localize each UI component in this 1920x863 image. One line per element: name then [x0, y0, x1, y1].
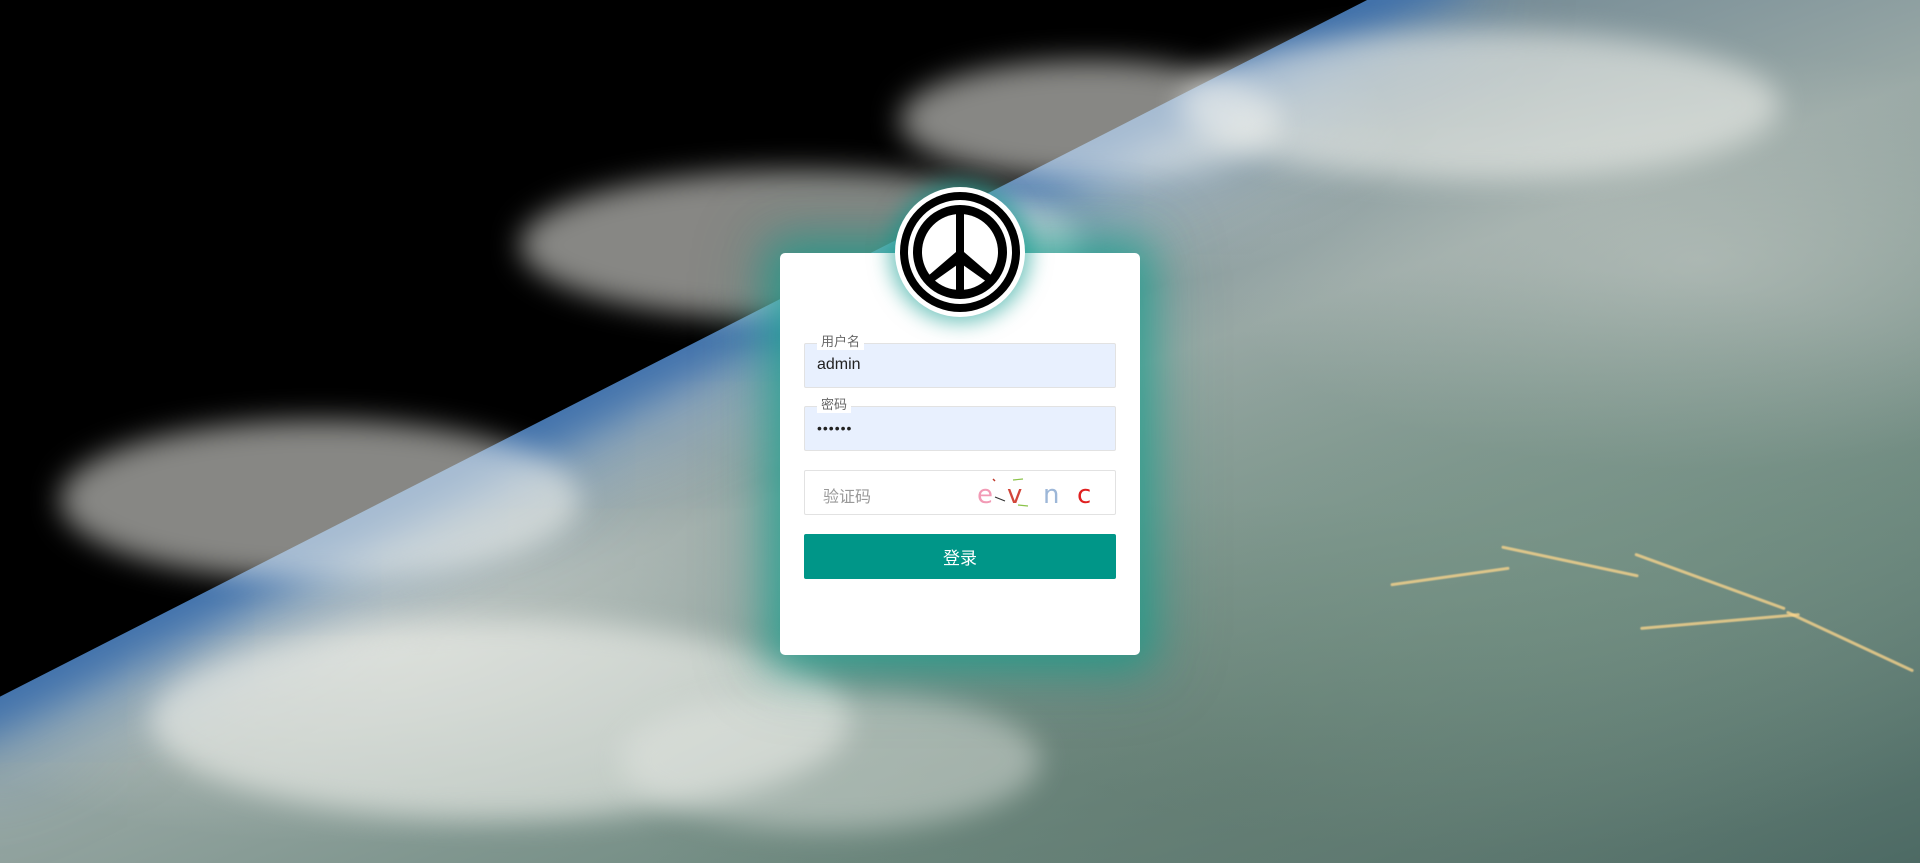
river: [1634, 552, 1786, 611]
captcha-char: e: [977, 480, 993, 510]
captcha-char: n: [1043, 480, 1059, 510]
captcha-input[interactable]: 验证码: [823, 483, 871, 507]
password-value: ••••••: [817, 420, 853, 436]
captcha-field[interactable]: 验证码 e v n c: [804, 470, 1116, 515]
username-value: admin: [817, 356, 861, 373]
username-field[interactable]: 用户名 admin: [804, 334, 1116, 388]
river: [1640, 613, 1800, 630]
cloud: [620, 690, 1040, 830]
captcha-image[interactable]: e v n c: [973, 475, 1103, 511]
login-button[interactable]: 登录: [804, 534, 1116, 579]
river: [1785, 610, 1915, 673]
cloud: [60, 420, 580, 580]
river: [1501, 545, 1639, 578]
cloud: [900, 60, 1280, 180]
username-label: 用户名: [817, 334, 865, 350]
captcha-char: c: [1077, 480, 1091, 510]
peace-symbol-icon: [895, 187, 1025, 317]
password-label: 密码: [817, 397, 852, 413]
river: [1390, 566, 1510, 587]
password-field[interactable]: 密码 ••••••: [804, 397, 1116, 451]
